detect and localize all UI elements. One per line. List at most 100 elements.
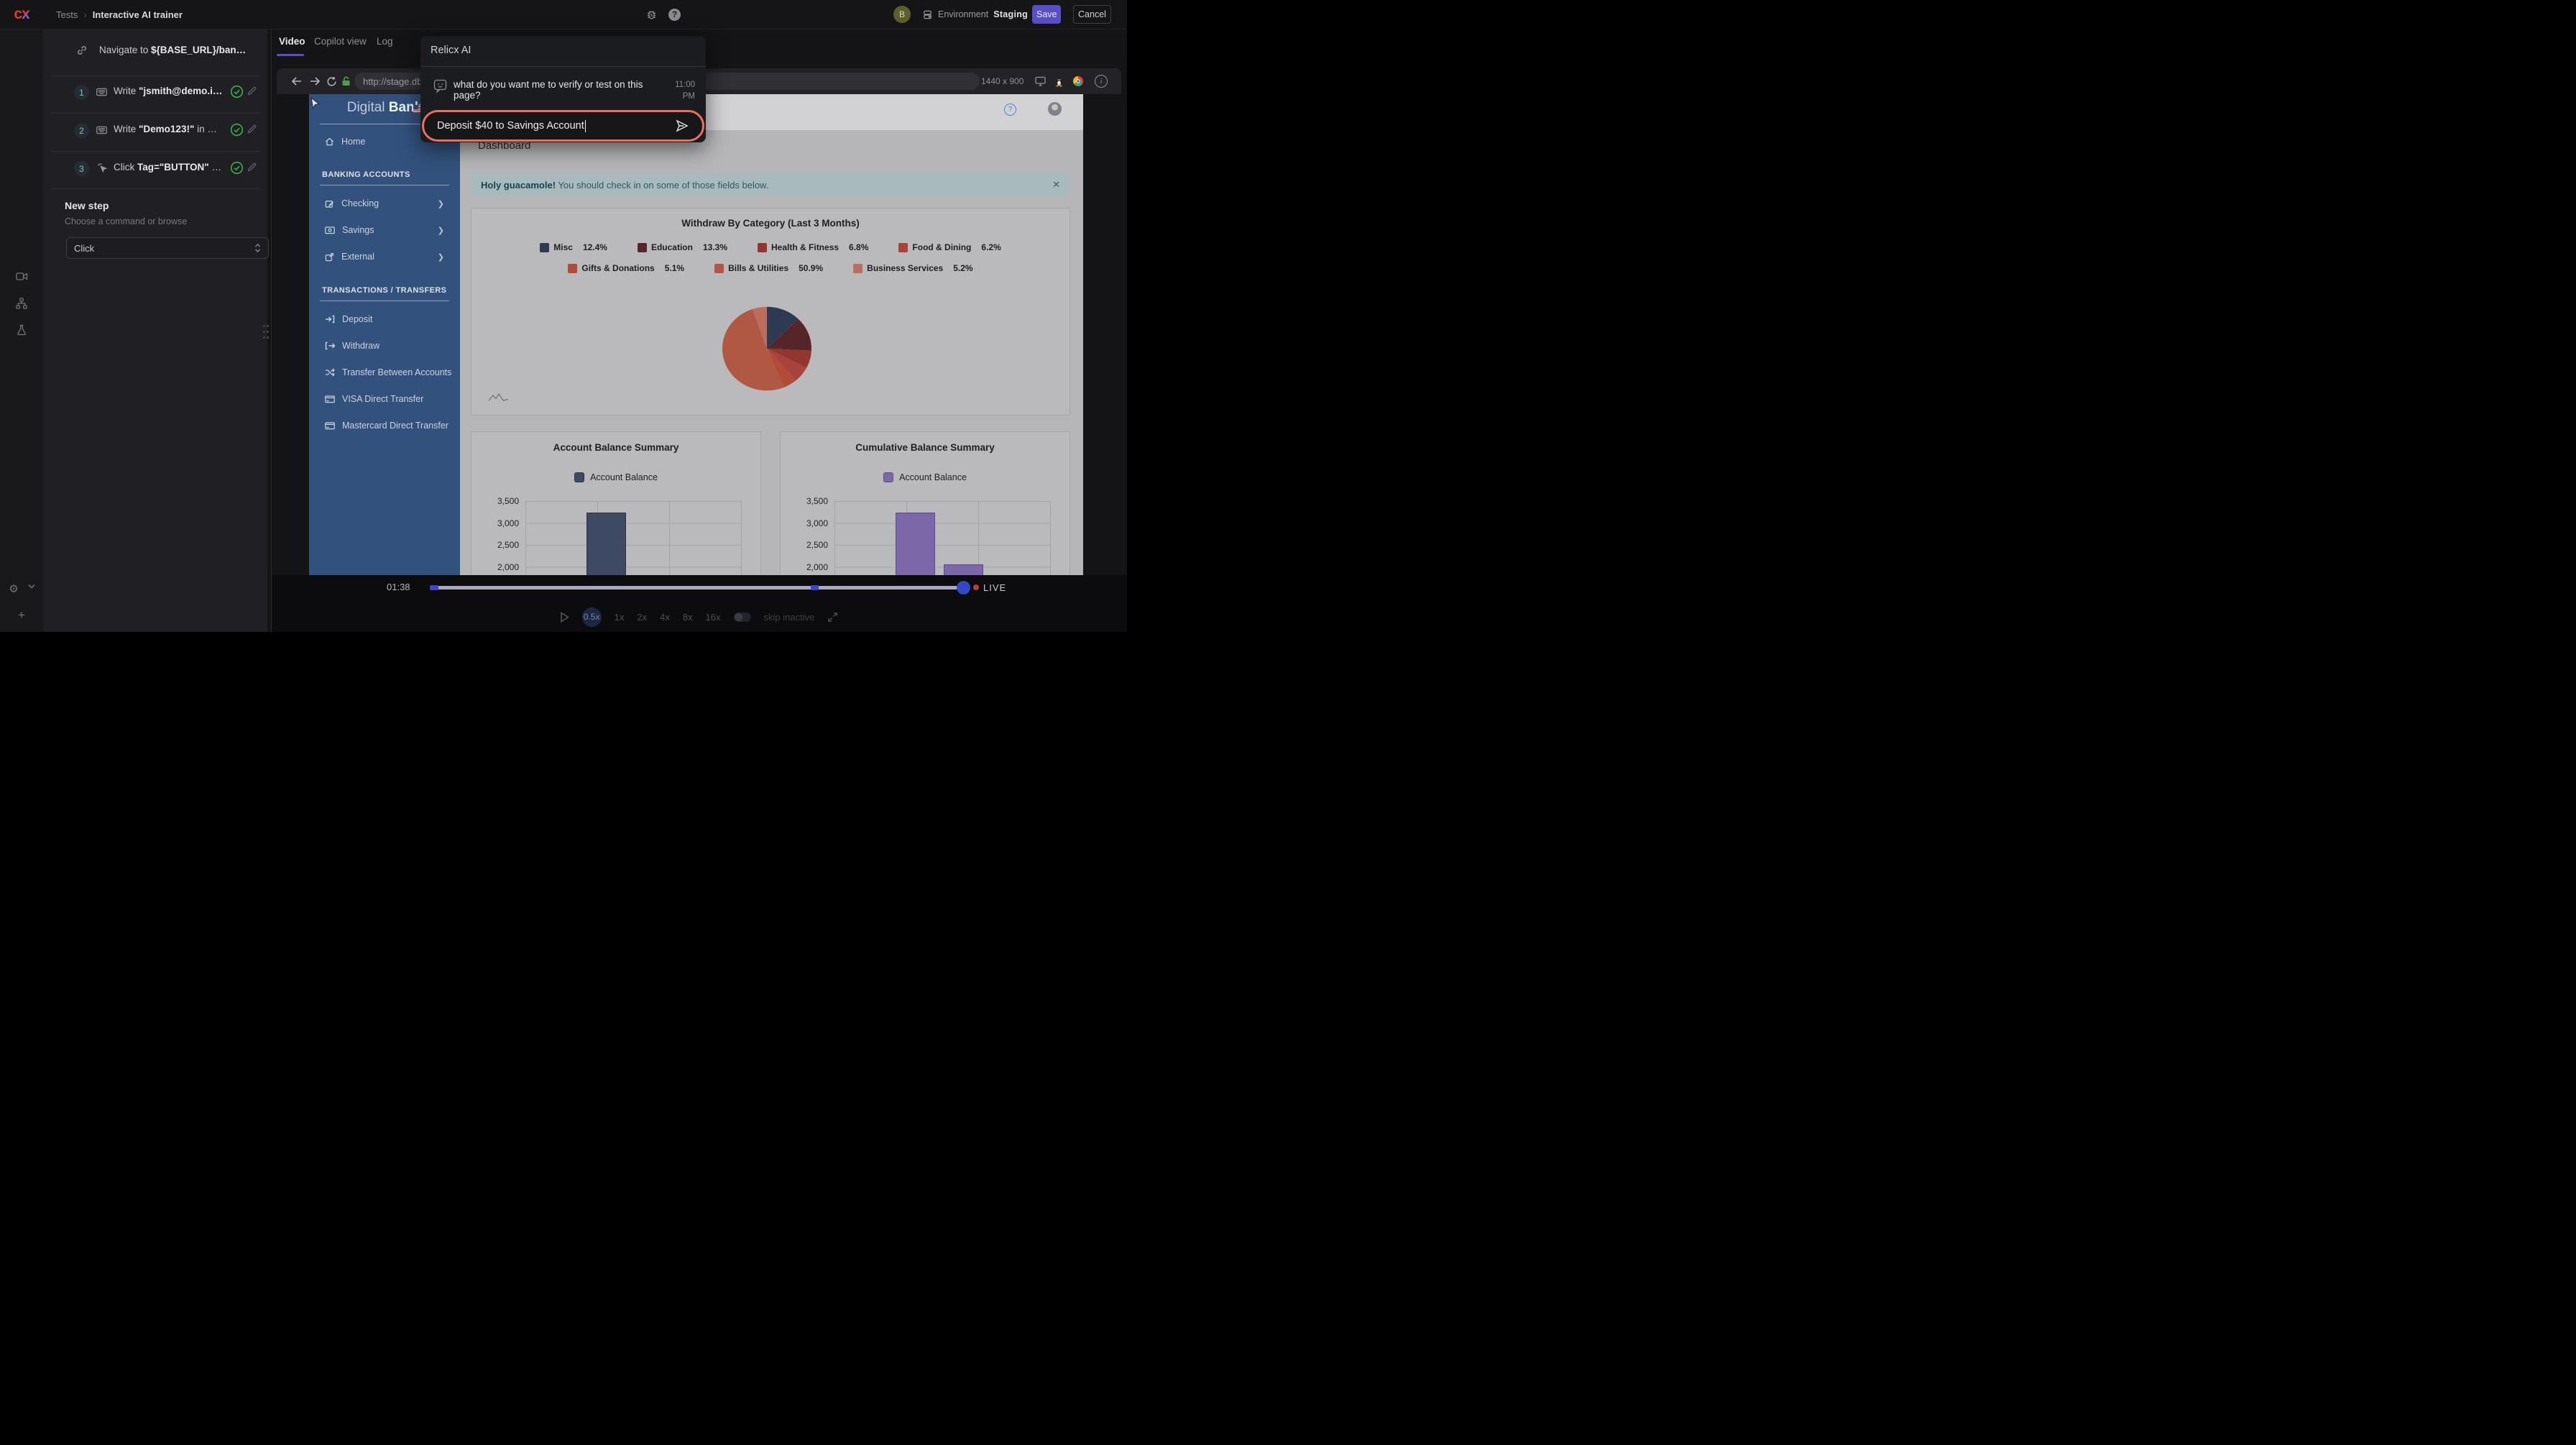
bar-chart-plot	[834, 501, 1051, 575]
help-glyph: ?	[668, 9, 681, 21]
relicx-ai-dialog: Relicx AI what do you want me to verify …	[420, 36, 706, 142]
alert-banner: Holy guacamole! You should check in on s…	[471, 173, 1070, 197]
y-tick: 3,000	[474, 518, 519, 528]
forward-icon[interactable]	[309, 68, 321, 94]
timeline-scrubber[interactable]	[430, 586, 967, 590]
legend-label: Education	[651, 242, 693, 252]
step-row-2[interactable]: 2 Write "Demo123!" in …	[43, 112, 267, 150]
legend-value: 5.2%	[953, 263, 972, 273]
select-chevrons-icon	[254, 243, 261, 253]
legend-label: Misc	[553, 242, 573, 252]
bank-nav-savings[interactable]: Savings ❯	[309, 221, 460, 239]
app-logo[interactable]: cx	[0, 0, 43, 29]
chrome-logo-glyph	[1073, 76, 1083, 86]
playback-time: 01:38	[387, 582, 410, 592]
dialog-title: Relicx AI	[431, 45, 471, 56]
bank-nav-visa-transfer[interactable]: VISA Direct Transfer	[309, 390, 460, 408]
edit-square-icon	[325, 199, 334, 208]
bank-nav-label: Transfer Between Accounts	[342, 367, 451, 377]
alert-close-icon[interactable]: ✕	[1052, 179, 1060, 191]
play-icon[interactable]	[560, 612, 569, 623]
bank-nav-deposit[interactable]: Deposit	[309, 311, 460, 328]
tab-video[interactable]: Video	[279, 36, 305, 55]
credit-card-icon	[325, 422, 335, 430]
sparkline-icon[interactable]	[488, 393, 510, 402]
bank-nav-transfer[interactable]: Transfer Between Accounts	[309, 364, 460, 381]
workflow-icon[interactable]	[0, 298, 43, 309]
environment-selector[interactable]: Environment Staging	[922, 0, 1028, 29]
pie-legend-item: Health & Fitness6.8%	[758, 242, 868, 252]
speed-0.5x-button[interactable]: 0.5x	[582, 607, 602, 627]
step-label: Click Tag="BUTTON" …	[114, 162, 221, 173]
test-flask-icon[interactable]	[0, 324, 43, 336]
bank-nav-label: Checking	[341, 198, 379, 208]
bank-nav-label: Deposit	[342, 314, 372, 324]
bank-nav-mastercard-transfer[interactable]: Mastercard Direct Transfer	[309, 417, 460, 434]
pie-chart-title: Withdraw By Category (Last 3 Months)	[472, 218, 1070, 229]
bank-help-icon[interactable]: ?	[1004, 104, 1016, 116]
add-icon[interactable]: +	[0, 608, 43, 623]
assistant-chat-icon	[433, 79, 447, 93]
bank-nav-external[interactable]: External ❯	[309, 248, 460, 265]
legend-label: Business Services	[867, 263, 943, 273]
playhead-handle[interactable]	[957, 581, 970, 595]
speed-8x-button[interactable]: 8x	[683, 612, 693, 623]
bank-nav-label: External	[341, 252, 374, 262]
legend-swatch	[574, 472, 584, 482]
speed-16x-button[interactable]: 16x	[706, 612, 721, 623]
prompt-input[interactable]: Deposit $40 to Savings Account	[422, 110, 704, 142]
save-button[interactable]: Save	[1032, 5, 1061, 24]
app-window: cx Tests › Interactive AI trainer ? B En…	[0, 0, 1127, 632]
video-recorder-icon[interactable]	[0, 271, 43, 282]
step-row-1[interactable]: 1 Write "jsmith@demo.i…	[43, 74, 267, 111]
passed-check-icon	[230, 161, 244, 175]
speed-2x-button[interactable]: 2x	[637, 612, 647, 623]
y-tick: 2,500	[474, 540, 519, 550]
back-icon[interactable]	[291, 68, 303, 94]
bank-nav-label: Home	[341, 137, 365, 147]
logo-letter-c: c	[14, 6, 22, 23]
pie-legend-row: Misc12.4%Education13.3%Health & Fitness6…	[472, 242, 1070, 252]
send-icon[interactable]	[675, 119, 689, 132]
navigate-step-label: Navigate to ${BASE_URL}/ban…	[99, 43, 246, 57]
skip-inactive-toggle[interactable]	[734, 613, 751, 622]
edit-pencil-icon[interactable]	[247, 86, 257, 96]
tab-copilot-view[interactable]: Copilot view	[314, 36, 367, 55]
breadcrumb-tests[interactable]: Tests	[56, 9, 78, 20]
y-tick: 2,500	[783, 540, 828, 550]
cancel-button[interactable]: Cancel	[1073, 5, 1111, 24]
speed-1x-button[interactable]: 1x	[615, 612, 625, 623]
legend-label: Account Balance	[899, 472, 967, 482]
speed-4x-button[interactable]: 4x	[660, 612, 670, 623]
legend-value: 50.9%	[799, 263, 823, 273]
bank-user-avatar[interactable]	[1048, 102, 1062, 116]
fullscreen-icon[interactable]	[827, 612, 838, 623]
assistant-message: what do you want me to verify or test on…	[454, 79, 662, 101]
bank-nav-withdraw[interactable]: Withdraw	[309, 337, 460, 354]
bank-sidebar: Digital Bank Home BANKING ACCOUNTS Check…	[309, 94, 460, 575]
linux-os-icon	[1054, 68, 1064, 94]
edit-pencil-icon[interactable]	[247, 162, 257, 173]
y-tick: 3,500	[783, 496, 828, 506]
text-caret	[585, 120, 586, 132]
bank-nav-checking[interactable]: Checking ❯	[309, 195, 460, 212]
chevron-right-icon: ❯	[438, 252, 444, 262]
left-icon-rail: ⚙ +	[0, 29, 44, 632]
monitor-icon[interactable]	[1035, 68, 1046, 94]
reload-icon[interactable]	[326, 68, 337, 94]
user-avatar[interactable]: B	[893, 6, 911, 23]
command-select[interactable]: Click	[66, 237, 269, 259]
help-icon[interactable]: ?	[668, 0, 681, 29]
tab-log[interactable]: Log	[377, 36, 393, 55]
legend-label: Gifts & Donations	[581, 263, 654, 273]
bank-section-transactions: TRANSACTIONS / TRANSFERS	[322, 286, 446, 295]
bug-report-icon[interactable]	[645, 0, 658, 29]
panel-resize-handle[interactable]	[263, 325, 270, 341]
session-info-icon[interactable]: i	[1095, 68, 1108, 94]
step-row-3[interactable]: 3 Click Tag="BUTTON" …	[43, 150, 267, 188]
navigate-step[interactable]: Navigate to ${BASE_URL}/ban…	[76, 43, 256, 57]
divider	[50, 188, 260, 189]
edit-pencil-icon[interactable]	[247, 124, 257, 134]
alert-text: Holy guacamole! You should check in on s…	[481, 180, 768, 191]
bar-chart-title: Cumulative Balance Summary	[781, 442, 1070, 453]
